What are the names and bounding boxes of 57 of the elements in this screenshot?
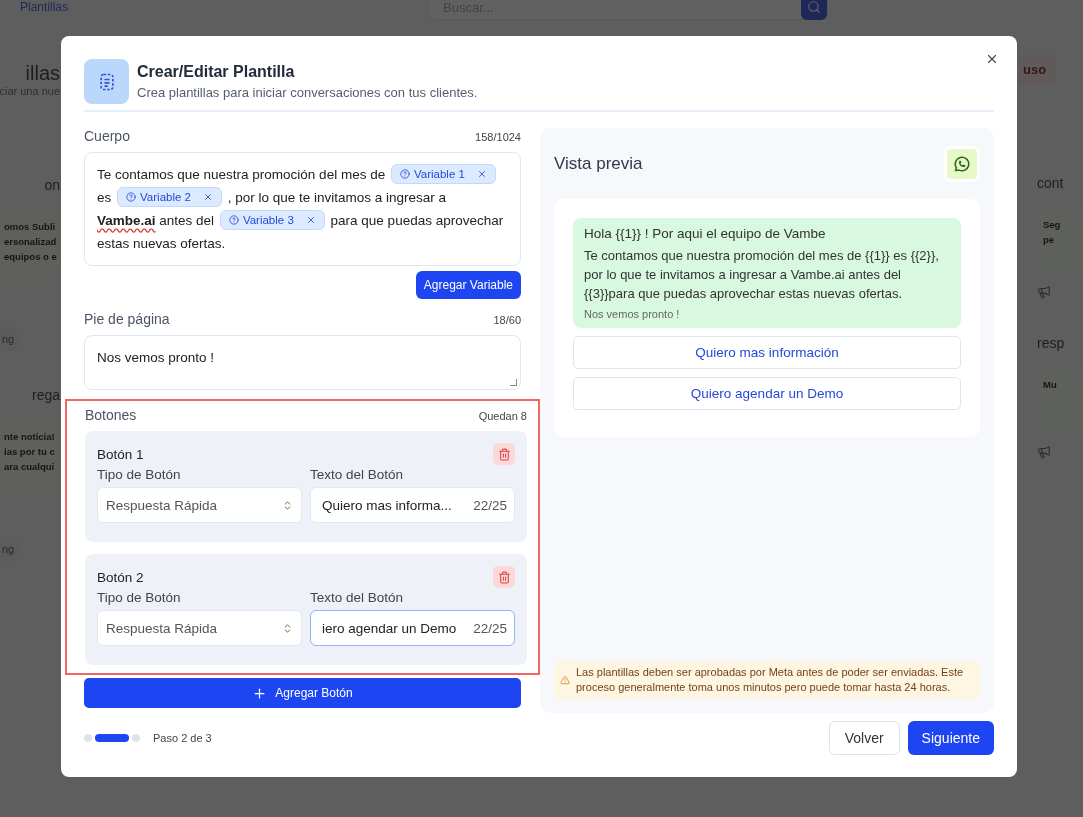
variable-chip[interactable]: Variable 2 [117,187,222,207]
up-down-chevron-icon [282,622,293,634]
warning-notice: Las plantillas deben ser aprobadas por Meta antes de poder ser enviadas. Este proceso generalmente toma unos minutos pero puede tomar hasta 24 horas. [554,661,980,699]
button-text-field[interactable]: Quiero mas informa... 22/25 [310,487,515,523]
field-label: Cuerpo [84,128,130,144]
question-icon [228,215,239,225]
section-label: Botones [85,407,137,423]
body-text-area[interactable]: Te contamos que nuestra promoción del mes de Variable 1 es Variable 2 , por lo que te invitamos a ingresar a Vambe.ai antes del Variable 3 para que puedas aprovechar estas nuevas ofertas. [84,152,521,266]
trash-icon [497,570,511,584]
field-label: Tipo de Botón [97,467,182,482]
dialog-subtitle: Crea plantillas para iniciar conversaciones con tus clientes. [137,85,478,100]
field-label: Texto del Botón [310,467,405,482]
card-title: Botón 2 [97,569,144,585]
remaining-count: Quedan 8 [478,410,527,422]
message-body: Te contamos que nuestra promoción del mes de {{1}} es {{2}}, por lo que te invitamos a ingresar a Vambe.ai antes del {{3}}para que puedas aprovechar estas nuevas ofertas. [584,247,940,303]
next-button[interactable]: Siguiente [907,721,994,755]
add-variable-button[interactable]: Agregar Variable [415,271,521,299]
remove-icon[interactable] [476,169,487,179]
char-count: 18/60 [493,314,521,326]
card-title: Botón 1 [97,446,144,462]
step-label: Paso 2 de 3 [153,732,212,744]
button-type-select[interactable]: Respuesta Rápida [97,610,302,646]
document-icon [84,59,129,104]
field-label: Pie de página [84,311,170,327]
page-title: illas [25,62,60,85]
char-count: 158/1024 [475,131,521,143]
warning-icon [560,675,570,685]
variable-chip[interactable]: Variable 3 [219,210,325,230]
footer-text-area[interactable]: Nos vemos pronto ! [84,335,521,390]
quick-reply-button[interactable]: Quiero agendar un Demo [573,377,961,410]
field-label: Tipo de Botón [97,590,182,605]
close-icon [985,52,999,66]
delete-button[interactable] [493,443,515,465]
trash-icon [497,447,511,461]
quick-reply-button[interactable]: Quiero mas información [573,336,961,369]
remove-icon[interactable] [202,192,213,202]
message-header: Hola {{1}} ! Por aqui el equipo de Vambe [584,226,827,241]
card-title: resp [1037,335,1065,351]
card-title: on [44,177,60,193]
preview-title: Vista previa [554,154,643,174]
remove-icon[interactable] [305,215,316,225]
button-text-field[interactable]: iero agendar un Demo 22/25 [310,610,515,646]
card-title: rega [31,387,60,403]
chat-phone-icon [953,155,971,173]
button-type-select[interactable]: Respuesta Rápida [97,487,302,523]
variable-chip[interactable]: Variable 1 [390,164,496,184]
field-label: Texto del Botón [310,590,405,605]
message-footer: Nos vemos pronto ! [584,308,950,320]
card-title: cont [1037,175,1064,191]
delete-button[interactable] [493,566,515,588]
question-icon [126,192,137,202]
question-icon [399,169,410,179]
dialog-title: Crear/Editar Plantilla [137,63,296,81]
up-down-chevron-icon [282,499,293,511]
back-button[interactable]: Volver [828,721,900,755]
add-button-button[interactable]: Agregar Botón [84,678,521,708]
plus-icon [252,685,268,701]
